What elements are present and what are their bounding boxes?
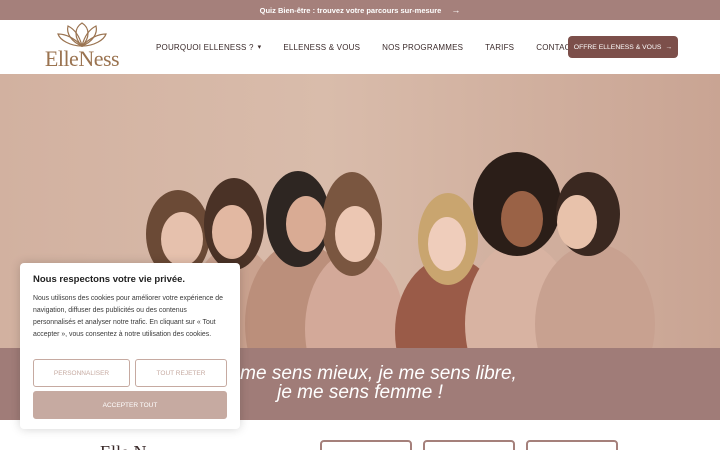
nav-item-label: TARIFS	[485, 42, 515, 52]
main-nav: POURQUOI ELLENESS ? ▾ ELLENESS & VOUS NO…	[156, 20, 576, 74]
arrow-right-icon: →	[451, 5, 461, 15]
chevron-down-icon: ▾	[257, 44, 262, 51]
nav-item-tarifs[interactable]: TARIFS	[485, 43, 514, 52]
cookie-title: Nous respectons votre vie privée.	[33, 274, 186, 285]
feature-card-2[interactable]	[423, 440, 515, 450]
site-header: ElleNess POURQUOI ELLENESS ? ▾ ELLENESS …	[0, 20, 720, 74]
nav-item-pourquoi[interactable]: POURQUOI ELLENESS ? ▾	[156, 43, 261, 52]
arrow-right-icon: →	[665, 43, 673, 51]
site-logo[interactable]: ElleNess	[30, 22, 134, 72]
nav-item-label: ELLENESS & VOUS	[283, 42, 361, 52]
reject-all-button[interactable]: TOUT REJETER	[135, 359, 227, 387]
footer-logo: Elle N	[100, 442, 147, 450]
nav-item-elleness-vous[interactable]: ELLENESS & VOUS	[283, 43, 360, 52]
announcement-text[interactable]: Quiz Bien-être : trouvez votre parcours …	[260, 6, 442, 15]
feature-card-3[interactable]	[526, 440, 618, 450]
logo-wordmark: ElleNess	[44, 46, 120, 71]
accept-all-button[interactable]: ACCEPTER TOUT	[33, 391, 227, 419]
lotus-flower-icon	[57, 22, 107, 47]
nav-item-label: POURQUOI ELLENESS ?	[156, 42, 254, 52]
nav-item-programmes[interactable]: NOS PROGRAMMES	[382, 43, 463, 52]
offer-button-label: OFFRE ELLENESS & VOUS	[573, 43, 662, 51]
customize-button[interactable]: PERSONNALISER	[33, 359, 130, 387]
nav-item-label: NOS PROGRAMMES	[382, 42, 464, 52]
announcement-bar[interactable]: Quiz Bien-être : trouvez votre parcours …	[0, 0, 720, 20]
cookie-body: Nous utilisons des cookies pour améliore…	[33, 295, 223, 338]
cookie-consent-dialog: Nous respectons votre vie privée. Nous u…	[20, 263, 240, 429]
offer-button[interactable]: OFFRE ELLENESS & VOUS →	[568, 36, 678, 58]
feature-card-1[interactable]	[320, 440, 412, 450]
